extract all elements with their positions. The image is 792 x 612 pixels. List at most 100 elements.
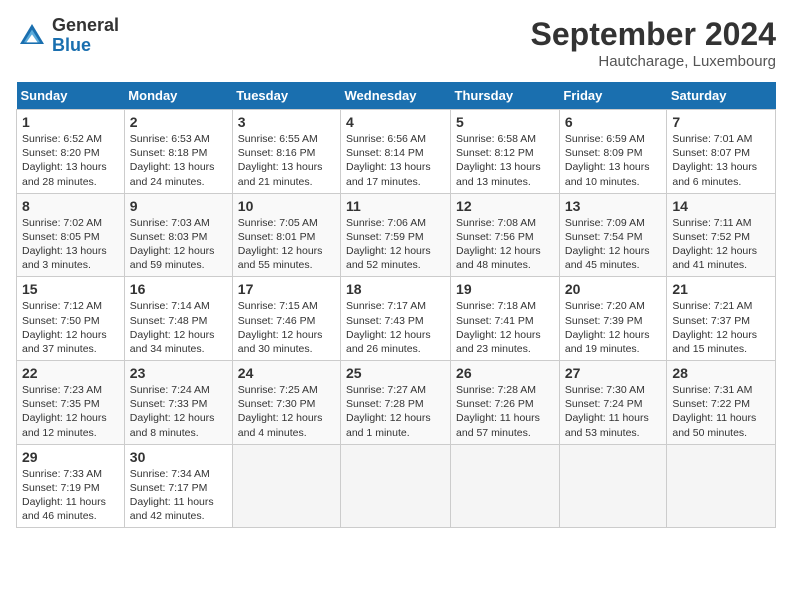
- table-row: 28 Sunrise: 7:31 AMSunset: 7:22 PMDayligh…: [667, 361, 776, 445]
- day-number: 13: [565, 198, 662, 214]
- col-sunday: Sunday: [17, 82, 125, 110]
- table-row: 27 Sunrise: 7:30 AMSunset: 7:24 PMDayligh…: [559, 361, 667, 445]
- day-number: 22: [22, 365, 119, 381]
- day-number: 18: [346, 281, 445, 297]
- day-number: 21: [672, 281, 770, 297]
- table-row: 13 Sunrise: 7:09 AMSunset: 7:54 PMDayligh…: [559, 193, 667, 277]
- day-info: Sunrise: 7:06 AMSunset: 7:59 PMDaylight:…: [346, 216, 445, 273]
- day-number: 8: [22, 198, 119, 214]
- day-number: 24: [238, 365, 335, 381]
- table-row: 17 Sunrise: 7:15 AMSunset: 7:46 PMDayligh…: [232, 277, 340, 361]
- table-row: 3Sunrise: 6:55 AMSunset: 8:16 PMDaylight…: [232, 110, 340, 194]
- day-info: Sunrise: 7:09 AMSunset: 7:54 PMDaylight:…: [565, 216, 662, 273]
- table-row: 15 Sunrise: 7:12 AMSunset: 7:50 PMDayligh…: [17, 277, 125, 361]
- day-number: 27: [565, 365, 662, 381]
- day-number: 4: [346, 114, 445, 130]
- day-number: 26: [456, 365, 554, 381]
- table-row: 7 Sunrise: 7:01 AMSunset: 8:07 PMDaylight…: [667, 110, 776, 194]
- day-info: Sunrise: 7:33 AMSunset: 7:19 PMDaylight:…: [22, 467, 119, 524]
- col-thursday: Thursday: [451, 82, 560, 110]
- day-number: 16: [130, 281, 227, 297]
- table-row: 29 Sunrise: 7:33 AMSunset: 7:19 PMDayligh…: [17, 444, 125, 528]
- day-number: 2: [130, 114, 227, 130]
- day-info: Sunrise: 7:08 AMSunset: 7:56 PMDaylight:…: [456, 216, 554, 273]
- logo-blue-text: Blue: [52, 35, 91, 55]
- table-row: 21 Sunrise: 7:21 AMSunset: 7:37 PMDayligh…: [667, 277, 776, 361]
- day-number: 12: [456, 198, 554, 214]
- day-number: 6: [565, 114, 662, 130]
- calendar-table: Sunday Monday Tuesday Wednesday Thursday…: [16, 82, 776, 528]
- calendar-week-row: 8 Sunrise: 7:02 AMSunset: 8:05 PMDaylight…: [17, 193, 776, 277]
- col-wednesday: Wednesday: [341, 82, 451, 110]
- day-number: 25: [346, 365, 445, 381]
- col-saturday: Saturday: [667, 82, 776, 110]
- day-info: Sunrise: 7:03 AMSunset: 8:03 PMDaylight:…: [130, 216, 227, 273]
- calendar-week-row: 22Sunrise: 7:23 AMSunset: 7:35 PMDayligh…: [17, 361, 776, 445]
- calendar-week-row: 1 Sunrise: 6:52 AMSunset: 8:20 PMDaylight…: [17, 110, 776, 194]
- day-info: Sunrise: 7:24 AMSunset: 7:33 PMDaylight:…: [130, 383, 227, 440]
- day-info: Sunrise: 7:20 AMSunset: 7:39 PMDaylight:…: [565, 299, 662, 356]
- location: Hautcharage, Luxembourg: [531, 53, 776, 70]
- table-row: 24 Sunrise: 7:25 AMSunset: 7:30 PMDayligh…: [232, 361, 340, 445]
- day-info: Sunrise: 7:25 AMSunset: 7:30 PMDaylight:…: [238, 383, 335, 440]
- day-info: Sunrise: 7:14 AMSunset: 7:48 PMDaylight:…: [130, 299, 227, 356]
- title-block: September 2024 Hautcharage, Luxembourg: [531, 16, 776, 70]
- table-row: 18 Sunrise: 7:17 AMSunset: 7:43 PMDayligh…: [341, 277, 451, 361]
- table-row: 25 Sunrise: 7:27 AMSunset: 7:28 PMDayligh…: [341, 361, 451, 445]
- table-row: 11 Sunrise: 7:06 AMSunset: 7:59 PMDayligh…: [341, 193, 451, 277]
- day-info: Sunrise: 6:58 AMSunset: 8:12 PMDaylight:…: [456, 132, 554, 189]
- table-row: [341, 444, 451, 528]
- day-number: 7: [672, 114, 770, 130]
- day-number: 3: [238, 114, 335, 130]
- table-row: 12 Sunrise: 7:08 AMSunset: 7:56 PMDayligh…: [451, 193, 560, 277]
- day-info: Sunrise: 6:56 AMSunset: 8:14 PMDaylight:…: [346, 132, 445, 189]
- calendar-week-row: 29 Sunrise: 7:33 AMSunset: 7:19 PMDayligh…: [17, 444, 776, 528]
- day-info: Sunrise: 7:27 AMSunset: 7:28 PMDaylight:…: [346, 383, 445, 440]
- day-info: Sunrise: 7:18 AMSunset: 7:41 PMDaylight:…: [456, 299, 554, 356]
- day-info: Sunrise: 7:12 AMSunset: 7:50 PMDaylight:…: [22, 299, 119, 356]
- day-info: Sunrise: 7:17 AMSunset: 7:43 PMDaylight:…: [346, 299, 445, 356]
- table-row: 2 Sunrise: 6:53 AMSunset: 8:18 PMDaylight…: [124, 110, 232, 194]
- table-row: 5 Sunrise: 6:58 AMSunset: 8:12 PMDaylight…: [451, 110, 560, 194]
- day-info: Sunrise: 6:53 AMSunset: 8:18 PMDaylight:…: [130, 132, 227, 189]
- day-info: Sunrise: 6:52 AMSunset: 8:20 PMDaylight:…: [22, 132, 119, 189]
- table-row: 10Sunrise: 7:05 AMSunset: 8:01 PMDayligh…: [232, 193, 340, 277]
- day-number: 23: [130, 365, 227, 381]
- day-info: Sunrise: 7:01 AMSunset: 8:07 PMDaylight:…: [672, 132, 770, 189]
- day-number: 20: [565, 281, 662, 297]
- logo-icon: [16, 20, 48, 52]
- table-row: 1 Sunrise: 6:52 AMSunset: 8:20 PMDaylight…: [17, 110, 125, 194]
- day-info: Sunrise: 7:30 AMSunset: 7:24 PMDaylight:…: [565, 383, 662, 440]
- table-row: 16 Sunrise: 7:14 AMSunset: 7:48 PMDayligh…: [124, 277, 232, 361]
- day-number: 29: [22, 449, 119, 465]
- table-row: [451, 444, 560, 528]
- table-row: 26 Sunrise: 7:28 AMSunset: 7:26 PMDayligh…: [451, 361, 560, 445]
- col-tuesday: Tuesday: [232, 82, 340, 110]
- table-row: 4 Sunrise: 6:56 AMSunset: 8:14 PMDaylight…: [341, 110, 451, 194]
- table-row: 20 Sunrise: 7:20 AMSunset: 7:39 PMDayligh…: [559, 277, 667, 361]
- table-row: 14Sunrise: 7:11 AMSunset: 7:52 PMDayligh…: [667, 193, 776, 277]
- day-number: 17: [238, 281, 335, 297]
- table-row: 30Sunrise: 7:34 AMSunset: 7:17 PMDayligh…: [124, 444, 232, 528]
- day-info: Sunrise: 6:59 AMSunset: 8:09 PMDaylight:…: [565, 132, 662, 189]
- day-info: Sunrise: 7:21 AMSunset: 7:37 PMDaylight:…: [672, 299, 770, 356]
- table-row: 9Sunrise: 7:03 AMSunset: 8:03 PMDaylight…: [124, 193, 232, 277]
- table-row: 19 Sunrise: 7:18 AMSunset: 7:41 PMDayligh…: [451, 277, 560, 361]
- day-number: 5: [456, 114, 554, 130]
- day-number: 28: [672, 365, 770, 381]
- day-info: Sunrise: 7:02 AMSunset: 8:05 PMDaylight:…: [22, 216, 119, 273]
- day-number: 19: [456, 281, 554, 297]
- table-row: [667, 444, 776, 528]
- day-number: 1: [22, 114, 119, 130]
- day-number: 15: [22, 281, 119, 297]
- day-info: Sunrise: 7:34 AMSunset: 7:17 PMDaylight:…: [130, 467, 227, 524]
- day-info: Sunrise: 7:05 AMSunset: 8:01 PMDaylight:…: [238, 216, 335, 273]
- day-info: Sunrise: 7:28 AMSunset: 7:26 PMDaylight:…: [456, 383, 554, 440]
- calendar-week-row: 15 Sunrise: 7:12 AMSunset: 7:50 PMDayligh…: [17, 277, 776, 361]
- day-info: Sunrise: 7:15 AMSunset: 7:46 PMDaylight:…: [238, 299, 335, 356]
- day-info: Sunrise: 7:11 AMSunset: 7:52 PMDaylight:…: [672, 216, 770, 273]
- table-row: [559, 444, 667, 528]
- day-info: Sunrise: 7:31 AMSunset: 7:22 PMDaylight:…: [672, 383, 770, 440]
- day-number: 11: [346, 198, 445, 214]
- table-row: [232, 444, 340, 528]
